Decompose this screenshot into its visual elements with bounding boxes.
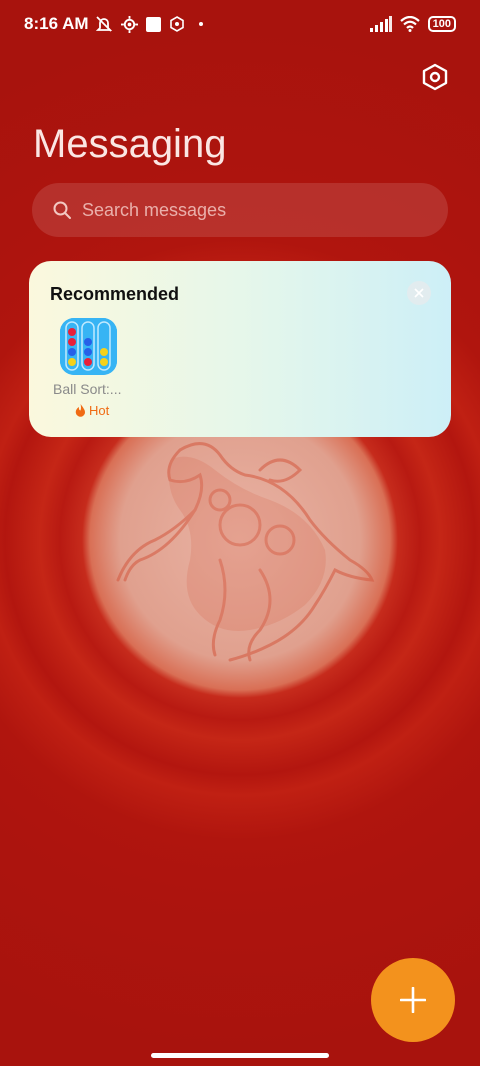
search-icon: [53, 201, 71, 219]
close-icon: [414, 288, 424, 298]
home-indicator[interactable]: [151, 1053, 329, 1058]
new-message-button[interactable]: [371, 958, 455, 1042]
close-recommended-button[interactable]: [407, 281, 431, 305]
horse-illustration: [116, 442, 375, 662]
fire-icon: [75, 404, 85, 417]
battery-indicator: 100: [427, 16, 456, 32]
ball-sort-icon: [60, 318, 117, 375]
hot-badge: Hot: [75, 403, 109, 418]
settings-button[interactable]: [418, 60, 452, 94]
app-name[interactable]: Ball Sort:...: [53, 381, 121, 397]
search-bar[interactable]: Search messages: [32, 183, 448, 237]
ball-sort-app-icon[interactable]: [60, 318, 117, 375]
settings-hexagon-icon: [422, 63, 448, 91]
mute-icon: [95, 16, 112, 32]
signal-icon: [369, 16, 392, 32]
search-placeholder: Search messages: [82, 199, 227, 220]
square-icon: [145, 16, 161, 32]
hot-label: Hot: [89, 403, 110, 418]
gear-status-icon: [120, 15, 138, 33]
recommended-title: Recommended: [50, 284, 180, 304]
app-status-icon: [169, 16, 184, 32]
plus-icon: [400, 987, 426, 1013]
recommended-card: Recommended Ball Sort:... Hot: [29, 261, 451, 437]
dot-icon: [198, 22, 203, 26]
status-time: 8:16 AM: [24, 14, 89, 33]
page-title: Messaging: [33, 122, 227, 166]
wifi-icon: [399, 16, 420, 32]
status-bar: 8:16 AM 100: [0, 0, 480, 48]
